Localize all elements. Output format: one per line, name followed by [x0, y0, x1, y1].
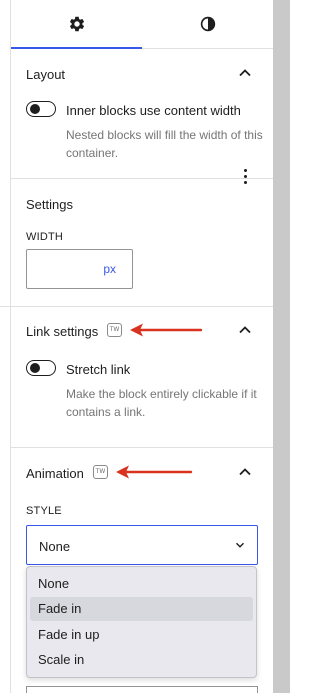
- scrollbar[interactable]: [273, 0, 290, 693]
- toggle-knob: [30, 104, 40, 114]
- width-unit[interactable]: px: [103, 262, 116, 276]
- strip-divider: [0, 306, 10, 307]
- tw-badge: TW: [107, 323, 122, 337]
- width-field: px: [26, 249, 133, 289]
- annotation-arrow-icon: [130, 323, 203, 337]
- link-settings-panel: Link settings TW Stretch link Make the b…: [11, 307, 273, 448]
- dropdown-option-none[interactable]: None: [30, 572, 253, 596]
- animation-style-dropdown: None Fade in Fade in up Scale in: [26, 566, 257, 678]
- animation-style-select[interactable]: None: [26, 525, 258, 565]
- stretch-link-toggle[interactable]: [26, 360, 56, 376]
- settings-title: Settings: [26, 197, 73, 212]
- dropdown-option-fade-in[interactable]: Fade in: [30, 597, 253, 621]
- width-label: WIDTH: [26, 231, 64, 243]
- chevron-up-icon[interactable]: [235, 320, 255, 340]
- link-settings-title: Link settings: [26, 324, 99, 339]
- chevron-up-icon[interactable]: [235, 462, 255, 482]
- layout-title: Layout: [26, 67, 66, 82]
- dropdown-option-scale-in[interactable]: Scale in: [30, 648, 253, 672]
- next-field-edge: [26, 686, 258, 693]
- stretch-link-help-text: Make the block entirely clickable if it …: [66, 387, 257, 419]
- inspector-tabs: [11, 0, 273, 49]
- toggle-knob: [30, 363, 40, 373]
- animation-title: Animation: [26, 466, 84, 481]
- stretch-link-label: Stretch link: [66, 362, 131, 377]
- select-value: None: [39, 539, 71, 554]
- style-label: STYLE: [26, 505, 62, 517]
- chevron-up-icon[interactable]: [235, 63, 255, 83]
- block-inspector-panel: Layout Inner blocks use content width Ne…: [10, 0, 273, 693]
- dropdown-option-fade-in-up[interactable]: Fade in up: [30, 623, 253, 647]
- annotation-arrow-icon: [116, 465, 193, 479]
- layout-panel: Layout Inner blocks use content width Ne…: [11, 49, 273, 179]
- half-circle-icon: [200, 16, 216, 32]
- tw-badge: TW: [93, 465, 108, 479]
- gear-icon: [69, 16, 85, 32]
- width-input[interactable]: [33, 260, 93, 278]
- tab-styles[interactable]: [142, 0, 273, 48]
- left-edge-strip: [0, 0, 10, 693]
- chevron-down-icon: [236, 542, 244, 548]
- content-width-toggle[interactable]: [26, 101, 56, 117]
- more-options-icon[interactable]: [238, 166, 254, 186]
- tab-settings[interactable]: [11, 0, 142, 49]
- content-width-toggle-label: Inner blocks use content width: [66, 103, 241, 118]
- layout-help-text: Nested blocks will fill the width of thi…: [66, 128, 263, 160]
